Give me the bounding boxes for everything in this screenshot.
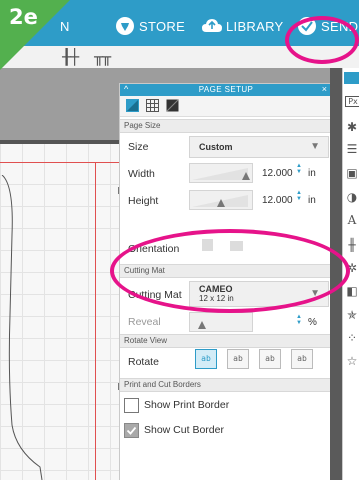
- tab-grid-icon[interactable]: [146, 99, 159, 112]
- rotate-180-button[interactable]: ab: [259, 349, 281, 369]
- text-style-icon[interactable]: A: [345, 213, 359, 227]
- checkmark-icon: [126, 426, 137, 435]
- tab-background-icon[interactable]: [166, 99, 179, 112]
- chevron-down-icon: ▼: [310, 141, 320, 152]
- reveal-spinner-icon[interactable]: ▲ ▼: [296, 314, 302, 326]
- tab-page-setup-icon[interactable]: [126, 99, 139, 112]
- nav-store-label: STORE: [139, 18, 186, 34]
- height-slider[interactable]: [189, 190, 253, 210]
- section-page-size: Page Size: [120, 119, 332, 133]
- width-unit: in: [308, 168, 316, 179]
- width-slider-thumb[interactable]: [242, 172, 250, 180]
- page-setup-title: PAGE SETUP: [198, 85, 254, 94]
- section-print-cut-borders: Print and Cut Borders: [120, 378, 332, 392]
- rail-active-tab[interactable]: [344, 72, 359, 84]
- width-slider[interactable]: [189, 163, 253, 183]
- height-unit: in: [308, 195, 316, 206]
- modify-icon[interactable]: ◧: [345, 284, 359, 298]
- reveal-label: Reveal: [128, 316, 161, 328]
- step-badge-label: 2e: [9, 5, 38, 29]
- rotate-label: Rotate: [128, 356, 159, 368]
- offset-icon[interactable]: ✯: [345, 308, 359, 322]
- height-spinner-icon[interactable]: ▲ ▼: [296, 190, 302, 202]
- width-label: Width: [128, 168, 155, 180]
- mat-top-edge: [0, 140, 122, 144]
- trace-icon[interactable]: ⁘: [345, 331, 359, 345]
- rotate-0-button[interactable]: ab: [195, 349, 217, 369]
- opacity-icon[interactable]: ◑: [345, 190, 359, 204]
- show-print-border-checkbox[interactable]: [124, 398, 139, 413]
- nav-library-tab[interactable]: LIBRARY: [201, 16, 284, 36]
- page-setup-header: ^ PAGE SETUP ×: [120, 84, 332, 96]
- rotate-90-button[interactable]: ab: [227, 349, 249, 369]
- show-print-border-label: Show Print Border: [144, 399, 230, 411]
- rotate-270-button[interactable]: ab: [291, 349, 313, 369]
- size-label: Size: [128, 141, 149, 153]
- library-cloud-icon: [201, 18, 223, 34]
- favorites-icon[interactable]: ☆: [345, 354, 359, 368]
- reveal-unit: %: [308, 317, 317, 328]
- store-icon: [116, 17, 134, 35]
- cutting-mat-highlight-ellipse: [110, 229, 350, 313]
- distribute-tool-icon[interactable]: ╥╥: [94, 48, 111, 66]
- show-cut-border-label: Show Cut Border: [144, 424, 224, 436]
- pixscan-icon[interactable]: Px: [345, 96, 359, 107]
- size-value: Custom: [199, 142, 233, 152]
- cut-border-line-right: [95, 162, 96, 480]
- cut-border-line-top: [0, 162, 122, 163]
- design-shape-outline[interactable]: [0, 175, 60, 480]
- show-cut-border-checkbox[interactable]: [124, 423, 139, 438]
- reveal-slider[interactable]: [189, 312, 253, 332]
- height-input[interactable]: 12.000: [262, 195, 293, 206]
- height-slider-thumb[interactable]: [217, 199, 225, 207]
- page-setup-tabs: [120, 96, 332, 117]
- width-input[interactable]: 12.000: [262, 168, 293, 179]
- nav-library-label: LIBRARY: [226, 18, 284, 34]
- image-trace-icon[interactable]: ▣: [345, 166, 359, 180]
- width-spinner-icon[interactable]: ▲ ▼: [296, 163, 302, 175]
- send-highlight-ellipse: [285, 16, 359, 64]
- reveal-slider-thumb[interactable]: [198, 321, 206, 329]
- line-style-icon[interactable]: ☰: [345, 142, 359, 156]
- height-label: Height: [128, 195, 159, 207]
- section-rotate-view: Rotate View: [120, 334, 332, 348]
- fill-color-icon[interactable]: ✱: [345, 120, 359, 134]
- nav-store-tab[interactable]: STORE: [116, 16, 185, 36]
- size-dropdown[interactable]: Custom ▼: [189, 136, 329, 158]
- close-icon[interactable]: ×: [322, 84, 327, 94]
- align-icon[interactable]: ╫: [345, 238, 359, 252]
